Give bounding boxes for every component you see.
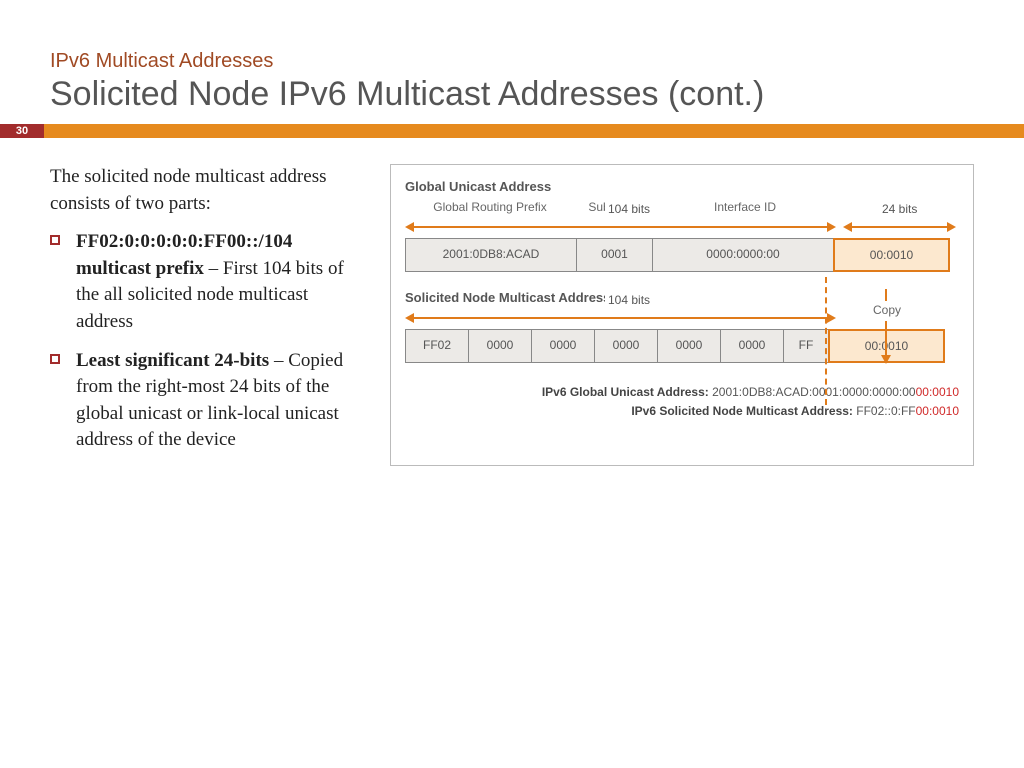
label-iface: Interface ID xyxy=(655,200,835,214)
bullet-item: Least significant 24-bits – Copied from … xyxy=(50,348,360,454)
slide-number-badge: 30 xyxy=(0,124,44,138)
cell-s3: 0000 xyxy=(532,330,595,362)
cell-last24: 00:0010 xyxy=(835,240,948,270)
cell-s4: 0000 xyxy=(595,330,658,362)
column-labels: Global Routing Prefix Subnet ID Interfac… xyxy=(405,200,959,214)
cell-iface: 0000:0000:00 xyxy=(653,239,833,271)
solicited-row: FF02 0000 0000 0000 0000 0000 FF xyxy=(405,329,828,363)
footer-line-2: IPv6 Solicited Node Multicast Address: F… xyxy=(405,402,959,421)
footer-val-1: 2001:0DB8:ACAD:0001:0000:0000:00 xyxy=(712,385,916,399)
diagram-panel: Global Unicast Address Global Routing Pr… xyxy=(390,164,974,466)
accent-bar-fill xyxy=(44,124,1024,138)
bullet-item: FF02:0:0:0:0:0:FF00::/104 multicast pref… xyxy=(50,229,360,335)
slide-pretitle: IPv6 Multicast Addresses xyxy=(50,50,974,73)
cell-s7: FF xyxy=(784,330,828,362)
bits-arrow-row-1: 104 bits 24 bits xyxy=(405,216,959,238)
footer-red-1: 00:0010 xyxy=(916,385,959,399)
bullet-bold: Least significant 24-bits xyxy=(76,350,269,371)
bits-arrow-row-2: 104 bits xyxy=(405,307,959,329)
body-text: The solicited node multicast address con… xyxy=(50,164,360,466)
cell-subnet: 0001 xyxy=(577,239,653,271)
section-title-global: Global Unicast Address xyxy=(405,179,959,194)
accent-bar: 30 xyxy=(0,124,1024,138)
cell-s5: 0000 xyxy=(658,330,721,362)
cell-prefix: 2001:0DB8:ACAD xyxy=(406,239,577,271)
label-prefix: Global Routing Prefix xyxy=(405,200,575,214)
footer-red-2: 00:0010 xyxy=(916,404,959,418)
global-row-last: 00:0010 xyxy=(833,238,950,272)
slide-title: Solicited Node IPv6 Multicast Addresses … xyxy=(50,75,974,114)
copy-arrow-stem-1 xyxy=(885,289,887,301)
footer-val-2: FF02::0:FF xyxy=(856,404,915,418)
copy-arrow-head xyxy=(881,355,891,364)
footer-line-1: IPv6 Global Unicast Address: 2001:0DB8:A… xyxy=(405,383,959,402)
label-104bits-2: 104 bits xyxy=(605,293,653,307)
label-104bits: 104 bits xyxy=(605,202,653,216)
intro-text: The solicited node multicast address con… xyxy=(50,164,360,217)
footer-label-1: IPv6 Global Unicast Address: xyxy=(542,385,712,399)
cell-s6: 0000 xyxy=(721,330,784,362)
footer-addresses: IPv6 Global Unicast Address: 2001:0DB8:A… xyxy=(405,383,959,421)
dashed-divider xyxy=(825,277,827,405)
footer-label-2: IPv6 Solicited Node Multicast Address: xyxy=(631,404,856,418)
cell-s1: FF02 xyxy=(406,330,469,362)
global-row: 2001:0DB8:ACAD 0001 0000:0000:00 xyxy=(405,238,833,272)
cell-s2: 0000 xyxy=(469,330,532,362)
label-24bits: 24 bits xyxy=(879,202,920,216)
